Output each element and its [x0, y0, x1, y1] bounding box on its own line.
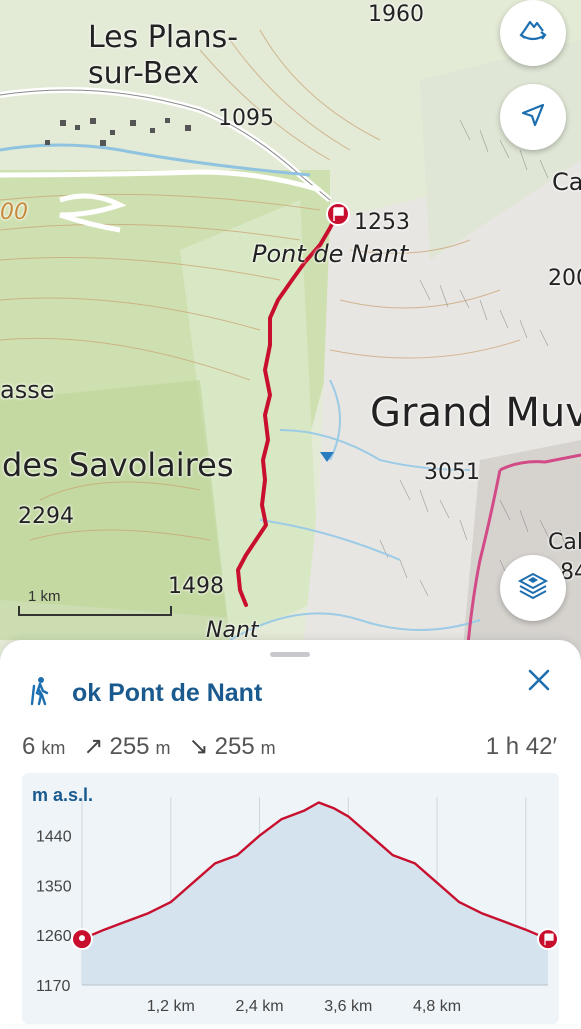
- scale-label: 1 km: [28, 588, 61, 605]
- x-tick-label: 1,2 km: [147, 998, 195, 1015]
- close-button[interactable]: [521, 664, 557, 700]
- scale-bar-line: [18, 606, 172, 616]
- ascent-arrow-icon: ↗: [83, 733, 104, 760]
- route-stats: 6 km ↗ 255 m ↘ 255 m 1 h 42′: [22, 732, 557, 761]
- ascent-unit: m: [155, 738, 171, 758]
- map-label-des-savolaires: des Savolaires: [2, 446, 234, 484]
- 3d-rotate-icon: [515, 13, 551, 54]
- y-tick-label: 1170: [36, 978, 71, 995]
- y-tick-label: 1350: [36, 878, 72, 895]
- topographic-map[interactable]: Les Plans- sur-Bex 1960 1095 1253 Pont d…: [0, 0, 581, 680]
- duration-value: 1 h 42′: [485, 732, 557, 760]
- map-label-grand-muveran: Grand Muv: [370, 390, 581, 436]
- descent-value: 255: [214, 733, 255, 760]
- map-label-elevation-200: 200: [548, 266, 581, 291]
- map-label-elevation-1095: 1095: [218, 106, 274, 131]
- route-title-row: ok Pont de Nant: [30, 676, 263, 711]
- y-tick-label: 1440: [36, 829, 72, 846]
- distance-value: 6: [22, 732, 36, 760]
- map-label-elevation-1253: 1253: [354, 210, 410, 235]
- ascent-value: 255: [109, 733, 150, 760]
- route-title: ok Pont de Nant: [72, 678, 263, 707]
- map-label-cal: Cal: [548, 530, 581, 555]
- route-details-sheet: ok Pont de Nant 6 km ↗ 255 m ↘ 255 m 1 h…: [0, 640, 581, 1024]
- locate-me-button[interactable]: [500, 84, 566, 150]
- descent-stat: ↘ 255 m: [189, 732, 276, 761]
- profile-area: [82, 802, 548, 985]
- start-marker-dot: [79, 935, 85, 942]
- layers-icon: [516, 569, 550, 608]
- map-label-elevation-2294: 2294: [18, 504, 74, 529]
- location-arrow-icon: [518, 100, 548, 135]
- hiking-icon: [30, 676, 52, 711]
- close-icon: [527, 668, 551, 697]
- distance-unit: km: [41, 737, 66, 758]
- map-label-elevation-1960: 1960: [368, 2, 424, 27]
- sheet-grabber-handle[interactable]: [270, 652, 310, 657]
- ascent-stat: ↗ 255 m: [83, 732, 170, 761]
- y-tick-label: 1260: [36, 928, 72, 945]
- map-label-ca: Ca: [552, 168, 581, 196]
- distance-stat: 6 km: [22, 733, 65, 761]
- map-terrain: [0, 0, 581, 680]
- descent-arrow-icon: ↘: [188, 733, 209, 760]
- map-scale-bar: 1 km: [18, 588, 178, 622]
- elevation-profile-chart[interactable]: m a.s.l. 1440 1350 1260 1170 1,2 km 2,4 km 3,6 …: [22, 773, 559, 1024]
- descent-unit: m: [260, 738, 276, 758]
- map-label-les-plans: Les Plans-: [88, 20, 239, 55]
- x-tick-label: 2,4 km: [236, 998, 284, 1015]
- map-label-elevation-3051: 3051: [424, 460, 480, 485]
- 3d-rotate-button[interactable]: [500, 0, 566, 66]
- y-axis-label: m a.s.l.: [32, 785, 93, 805]
- map-label-pont-de-nant: Pont de Nant: [252, 240, 409, 268]
- map-layers-button[interactable]: [500, 555, 566, 621]
- x-tick-label: 3,6 km: [324, 998, 372, 1015]
- map-label-elevation-00: 00: [0, 200, 28, 225]
- elevation-profile-svg: m a.s.l. 1440 1350 1260 1170 1,2 km 2,4 km 3,6 …: [32, 785, 559, 1015]
- map-label-asse: asse: [0, 376, 55, 404]
- x-tick-label: 4,8 km: [413, 998, 461, 1015]
- map-label-sur-bex: sur-Bex: [88, 56, 200, 91]
